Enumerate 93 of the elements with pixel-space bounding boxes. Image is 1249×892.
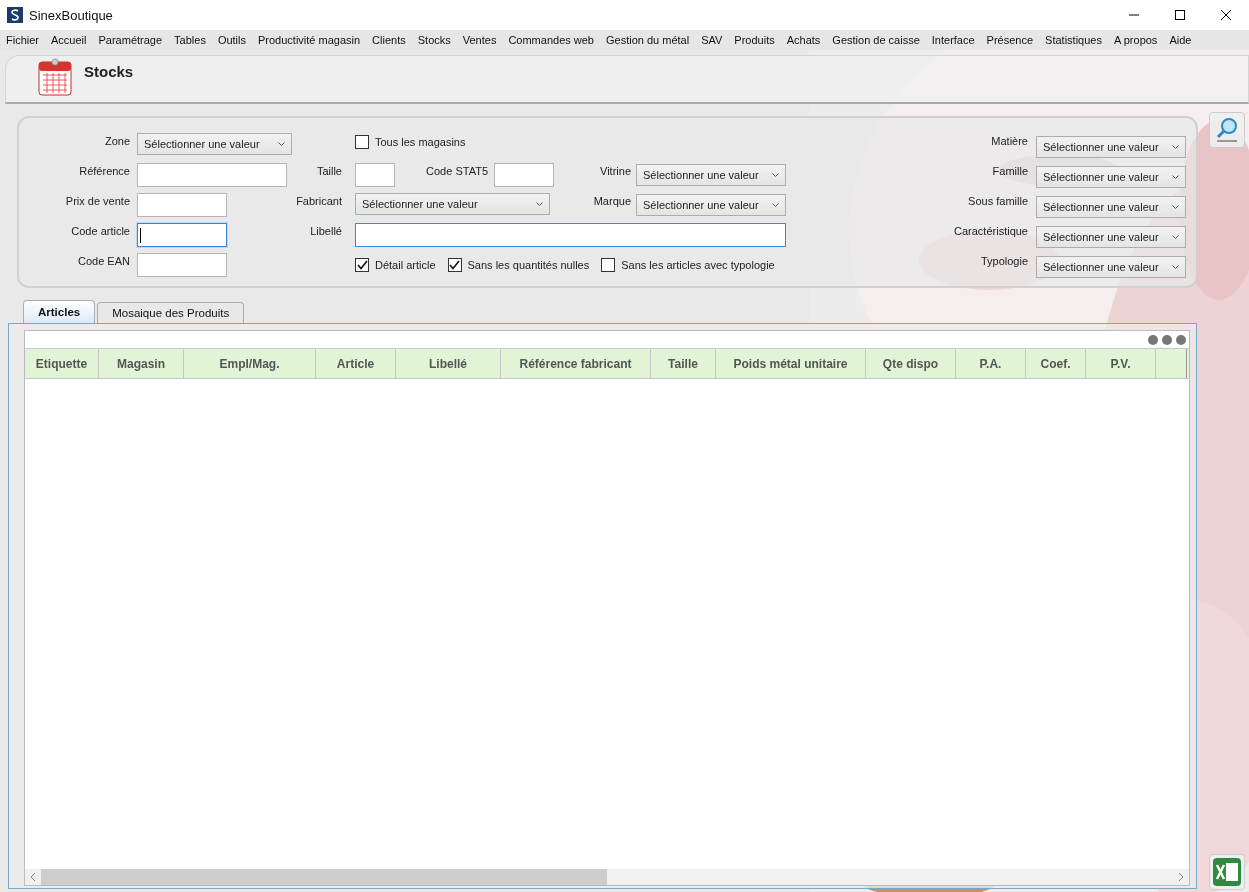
select-field[interactable]: Sélectionner une valeur — [636, 164, 786, 186]
menu-item[interactable]: Statistiques — [1045, 34, 1102, 46]
input-field[interactable] — [494, 163, 554, 187]
menu-item[interactable]: Gestion du métal — [606, 34, 690, 46]
input-field[interactable] — [137, 163, 287, 187]
chevron-down-icon — [772, 202, 779, 208]
more-icon[interactable] — [1147, 333, 1187, 346]
select-field[interactable]: Sélectionner une valeur — [1036, 226, 1186, 248]
field-label: Taille — [316, 164, 343, 179]
field-label: Code article — [71, 224, 131, 239]
select-field[interactable]: Sélectionner une valeur — [137, 133, 292, 155]
checkmark-icon — [449, 260, 461, 270]
column-header[interactable]: Coef. — [1026, 349, 1086, 378]
tab[interactable]: Articles — [23, 300, 96, 323]
input-field[interactable] — [137, 253, 227, 277]
chevron-down-icon — [1172, 144, 1179, 150]
select-field[interactable]: Sélectionner une valeur — [1036, 136, 1186, 158]
select-field[interactable]: Sélectionner une valeur — [355, 193, 550, 215]
chevron-down-icon — [772, 172, 779, 178]
menu-item[interactable]: Commandes web — [508, 34, 594, 46]
menu-item[interactable]: Produits — [734, 34, 775, 46]
close-icon — [1221, 10, 1231, 20]
column-header[interactable]: Référence fabricant — [501, 349, 651, 378]
menu-item[interactable]: Gestion de caisse — [832, 34, 920, 46]
chevron-down-icon — [536, 201, 543, 207]
column-header[interactable]: Empl/Mag. — [184, 349, 316, 378]
column-header[interactable]: P.V. — [1086, 349, 1156, 378]
excel-export-button[interactable] — [1209, 854, 1245, 890]
menu-item[interactable]: Ventes — [462, 34, 497, 46]
field-label: Caractéristique — [954, 224, 1029, 239]
menu-item[interactable]: Interface — [931, 34, 975, 46]
column-header[interactable]: Libellé — [396, 349, 501, 378]
checkbox[interactable]: Sans les quantités nulles — [447, 258, 590, 272]
app-logo-icon — [7, 7, 23, 23]
column-header[interactable]: Taille — [651, 349, 716, 378]
menu-item[interactable]: Clients — [372, 34, 406, 46]
menu-item[interactable]: Fichier — [6, 34, 39, 46]
field-label: Typologie — [980, 254, 1029, 269]
column-header[interactable]: Etiquette — [25, 349, 99, 378]
spreadsheet-icon — [1212, 857, 1242, 887]
field-label: Zone — [104, 134, 131, 149]
chevron-down-icon — [1172, 264, 1179, 270]
menu-item[interactable]: Outils — [217, 34, 246, 46]
chevron-down-icon — [1172, 234, 1179, 240]
input-field[interactable] — [355, 163, 395, 187]
field-label: Sous famille — [968, 194, 1029, 209]
menu-item[interactable]: Achats — [786, 34, 821, 46]
field-label: Code EAN — [78, 254, 131, 269]
chevron-down-icon — [1172, 204, 1179, 210]
menu-item[interactable]: SAV — [701, 34, 723, 46]
tab[interactable]: Mosaique des Produits — [97, 302, 245, 323]
menu-item[interactable]: Aide — [1169, 34, 1192, 46]
input-field[interactable] — [137, 193, 227, 217]
select-field[interactable]: Sélectionner une valeur — [1036, 256, 1186, 278]
column-header[interactable]: Poids métal unitaire — [716, 349, 866, 378]
input-field[interactable] — [355, 223, 786, 247]
field-label: Vitrine — [600, 164, 632, 179]
select-field[interactable]: Sélectionner une valeur — [1036, 196, 1186, 218]
field-label: Prix de vente — [65, 194, 131, 209]
menu-item[interactable]: Tables — [174, 34, 206, 46]
column-header[interactable]: Article — [316, 349, 396, 378]
menu-item[interactable]: Accueil — [51, 34, 87, 46]
field-label: Code STAT5 — [426, 164, 489, 179]
horizontal-scrollbar[interactable] — [25, 869, 1189, 885]
menu-item[interactable]: A propos — [1113, 34, 1158, 46]
field-label: Référence — [79, 164, 131, 179]
column-header[interactable]: Magasin — [99, 349, 184, 378]
menu-item[interactable]: Paramétrage — [98, 34, 163, 46]
field-label: Fabricant — [296, 194, 343, 209]
menu-item[interactable]: Présence — [986, 34, 1034, 46]
search-button[interactable] — [1209, 112, 1245, 148]
select-field[interactable]: Sélectionner une valeur — [1036, 166, 1186, 188]
checkmark-icon — [356, 260, 368, 270]
menu-item[interactable]: Stocks — [417, 34, 451, 46]
window-title: SinexBoutique — [29, 7, 113, 23]
field-label: Famille — [992, 164, 1029, 179]
checkbox[interactable]: Sans les articles avec typologie — [601, 258, 775, 272]
column-header[interactable]: P.A. — [956, 349, 1026, 378]
menu-item[interactable]: Productivité magasin — [258, 34, 361, 46]
chevron-down-icon — [1172, 174, 1179, 180]
page-title: Stocks — [84, 63, 134, 80]
maximize-icon — [1175, 10, 1185, 20]
input-field[interactable] — [137, 223, 227, 247]
field-label: Libellé — [310, 224, 343, 239]
checkbox[interactable]: Tous les magasins — [355, 135, 466, 149]
select-field[interactable]: Sélectionner une valeur — [636, 194, 786, 216]
field-label: Marque — [593, 194, 632, 209]
column-header[interactable]: Qte dispo — [866, 349, 956, 378]
calendar-icon — [38, 58, 72, 96]
chevron-down-icon — [278, 141, 285, 147]
magnifier-icon — [1215, 117, 1239, 143]
checkbox[interactable]: Détail article — [355, 258, 436, 272]
field-label: Matière — [991, 134, 1029, 149]
